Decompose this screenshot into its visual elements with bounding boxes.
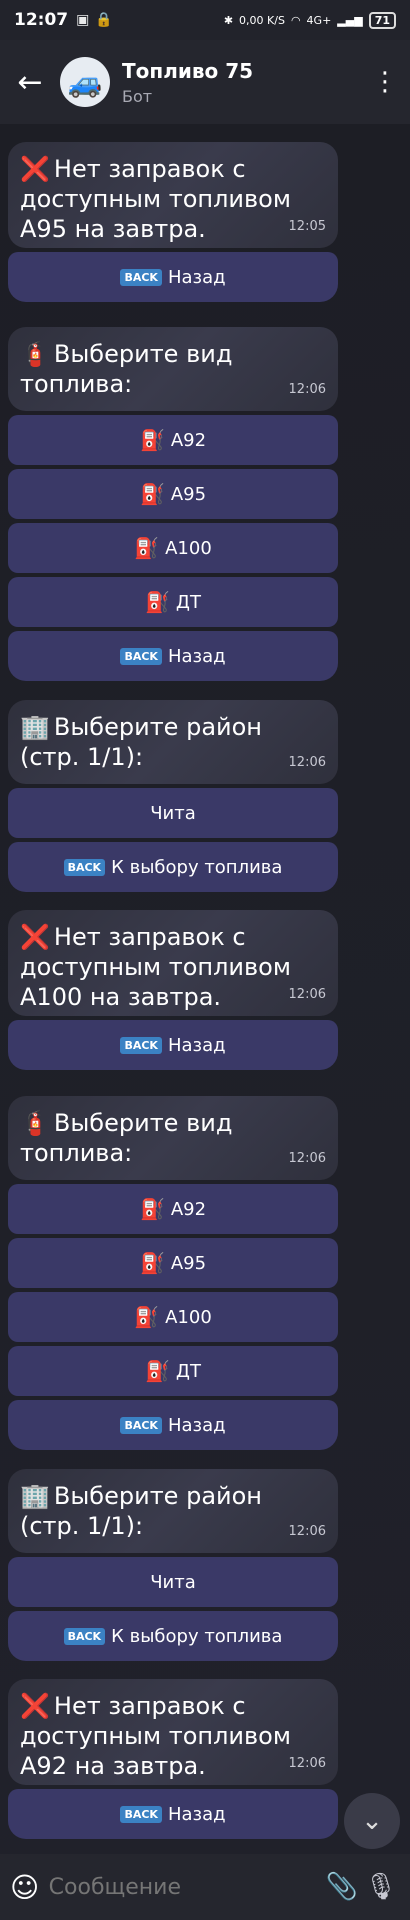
lock-icon: 🔒	[95, 12, 113, 28]
message-group-1: ❌ Нет заправок с доступным топливом А95 н…	[8, 142, 338, 302]
keyboard-button-dt[interactable]: ⛽ ДТ	[8, 577, 338, 627]
car-icon: 🚙	[67, 65, 103, 99]
net-speed: 0,00 K/S	[239, 13, 285, 27]
message-time: 12:06	[288, 1151, 326, 1166]
fuel-pump-icon: ⛽	[134, 1305, 160, 1329]
notification-icon: ▣	[76, 12, 90, 28]
chat-subtitle: Бот	[122, 86, 153, 106]
message-text: Выберите вид топлива:	[20, 340, 233, 398]
keyboard-button-a95[interactable]: ⛽ А95	[8, 1238, 338, 1288]
wifi-icon: ◠	[290, 13, 301, 27]
chat-header: ← 🚙 Топливо 75 Бот ⋮	[0, 40, 410, 124]
chat-title: Топливо 75	[122, 58, 254, 83]
emoji-icon[interactable]: ☺	[10, 1871, 49, 1904]
message-bubble: ❌ Нет заправок с доступным топливом А92 н…	[8, 1679, 338, 1785]
cross-icon: ❌	[20, 155, 50, 183]
keyboard-button-a92[interactable]: ⛽ А92	[8, 415, 338, 465]
keyboard-button-fuel-choice[interactable]: BACK К выбору топлива	[8, 842, 338, 892]
message-bubble: ❌ Нет заправок с доступным топливом А100 …	[8, 910, 338, 1016]
message-time: 12:06	[288, 755, 326, 770]
keyboard-button-a95[interactable]: ⛽ А95	[8, 469, 338, 519]
message-time: 12:05	[288, 219, 326, 234]
message-text: Выберите вид топлива:	[20, 1109, 233, 1167]
cross-icon: ❌	[20, 923, 50, 951]
chat-area[interactable]: ❌ Нет заправок с доступным топливом А95 н…	[0, 124, 410, 1854]
message-group-3: 🏢 Выберите район (стр. 1/1): 12:06 Чита B…	[8, 700, 338, 892]
message-text: Нет заправок с доступным топливом А100 н…	[20, 923, 291, 1011]
keyboard-button-a100[interactable]: ⛽ А100	[8, 1292, 338, 1342]
message-time: 12:06	[288, 987, 326, 1002]
back-button[interactable]: ←	[0, 40, 60, 124]
arrow-left-icon: ←	[17, 64, 43, 100]
message-bubble: 🏢 Выберите район (стр. 1/1): 12:06	[8, 700, 338, 784]
fuel-pump-icon: ⛽	[145, 590, 170, 614]
network-type: 4G+	[306, 13, 332, 27]
attach-icon[interactable]: 📎	[323, 1872, 362, 1902]
back-icon: BACK	[120, 1416, 162, 1434]
back-icon: BACK	[120, 1805, 162, 1823]
back-icon: BACK	[63, 1627, 106, 1645]
message-bubble: 🧯 Выберите вид топлива: 12:06	[8, 1096, 338, 1180]
back-icon: BACK	[120, 647, 162, 665]
fuel-pump-icon: ⛽	[139, 428, 165, 452]
fire-extinguisher-icon: 🧯	[20, 1109, 50, 1137]
message-text: Нет заправок с доступным топливом А92 на…	[20, 1692, 291, 1780]
message-input-bar: ☺ 📎 🎙	[0, 1854, 410, 1920]
fuel-pump-icon: ⛽	[139, 482, 165, 506]
status-time: 12:07	[14, 10, 69, 30]
keyboard-button-fuel-choice[interactable]: BACK К выбору топлива	[8, 1611, 338, 1661]
building-icon: 🏢	[20, 1482, 50, 1510]
fuel-pump-icon: ⛽	[145, 1359, 170, 1383]
chevron-down-icon: ⌄	[361, 1806, 383, 1836]
cross-icon: ❌	[20, 1692, 50, 1720]
message-bubble: ❌ Нет заправок с доступным топливом А95 н…	[8, 142, 338, 248]
chat-titles[interactable]: Топливо 75 Бот	[122, 59, 360, 106]
message-bubble: 🏢 Выберите район (стр. 1/1): 12:06	[8, 1469, 338, 1553]
message-time: 12:06	[288, 382, 326, 397]
message-bubble: 🧯 Выберите вид топлива: 12:06	[8, 327, 338, 411]
message-text: Выберите район (стр. 1/1):	[20, 713, 262, 771]
fuel-pump-icon: ⛽	[134, 536, 160, 560]
status-right: ✱ 0,00 K/S ◠ 4G+ ▂▄▆ 71	[223, 11, 396, 29]
keyboard-button-a100[interactable]: ⛽ А100	[8, 523, 338, 573]
message-group-7: ❌ Нет заправок с доступным топливом А92 н…	[8, 1679, 338, 1839]
more-vertical-icon: ⋮	[372, 67, 398, 97]
keyboard-button-back[interactable]: BACK Назад	[8, 1020, 338, 1070]
fuel-pump-icon: ⛽	[139, 1197, 165, 1221]
building-icon: 🏢	[20, 713, 50, 741]
signal-icon: ▂▄▆	[337, 13, 363, 27]
message-group-5: 🧯 Выберите вид топлива: 12:06 ⛽ А92 ⛽ А95 ⛽…	[8, 1096, 338, 1450]
keyboard-button-back[interactable]: BACK Назад	[8, 1400, 338, 1450]
message-group-6: 🏢 Выберите район (стр. 1/1): 12:06 Чита B…	[8, 1469, 338, 1661]
avatar[interactable]: 🚙	[60, 57, 110, 107]
message-text: Нет заправок с доступным топливом А95 на…	[20, 155, 291, 243]
message-text: Выберите район (стр. 1/1):	[20, 1482, 262, 1540]
back-icon: BACK	[120, 268, 162, 286]
message-time: 12:06	[288, 1756, 326, 1771]
microphone-icon[interactable]: 🎙	[361, 1872, 400, 1902]
bluetooth-icon: ✱	[223, 13, 234, 27]
message-time: 12:06	[288, 1524, 326, 1539]
keyboard-button-dt[interactable]: ⛽ ДТ	[8, 1346, 338, 1396]
scroll-down-button[interactable]: ⌄	[344, 1793, 400, 1849]
status-bar: 12:07 ▣ 🔒 ✱ 0,00 K/S ◠ 4G+ ▂▄▆ 71	[0, 0, 410, 40]
keyboard-button-chita[interactable]: Чита	[8, 1557, 338, 1607]
back-icon: BACK	[63, 858, 106, 876]
keyboard-button-back[interactable]: BACK Назад	[8, 252, 338, 302]
message-input[interactable]	[48, 1874, 323, 1900]
back-icon: BACK	[120, 1036, 162, 1054]
more-button[interactable]: ⋮	[360, 40, 410, 124]
keyboard-button-a92[interactable]: ⛽ А92	[8, 1184, 338, 1234]
battery-indicator: 71	[368, 11, 396, 29]
message-group-2: 🧯 Выберите вид топлива: 12:06 ⛽ А92 ⛽ А95 ⛽…	[8, 327, 338, 681]
message-group-4: ❌ Нет заправок с доступным топливом А100 …	[8, 910, 338, 1070]
fuel-pump-icon: ⛽	[139, 1251, 165, 1275]
keyboard-button-back[interactable]: BACK Назад	[8, 1789, 338, 1839]
fire-extinguisher-icon: 🧯	[20, 340, 50, 368]
keyboard-button-chita[interactable]: Чита	[8, 788, 338, 838]
keyboard-button-back[interactable]: BACK Назад	[8, 631, 338, 681]
